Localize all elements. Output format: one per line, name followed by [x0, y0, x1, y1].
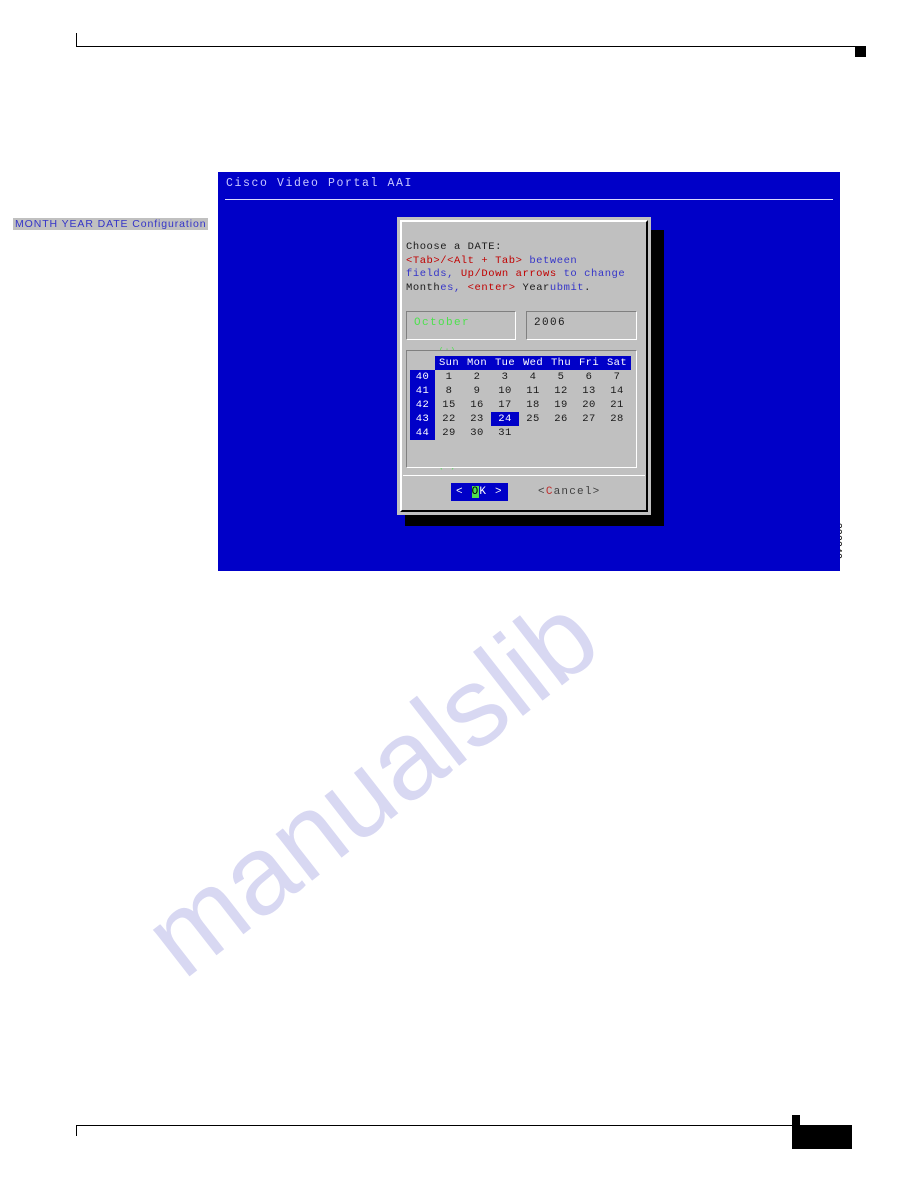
calendar-day[interactable]: 4 [519, 370, 547, 384]
calendar-day-empty [575, 426, 603, 440]
instruction-month: Month [406, 281, 441, 294]
calendar-day[interactable]: 19 [547, 398, 575, 412]
calendar-day[interactable]: 25 [519, 412, 547, 426]
calendar-table: Sun Mon Tue Wed Thu Fri Sat 40 1 2 3 4 5… [410, 356, 631, 440]
year-field[interactable]: 2006 [526, 311, 637, 340]
calendar-day-empty [603, 426, 631, 440]
instruction-period: . [584, 281, 592, 294]
calendar-day[interactable]: 2 [463, 370, 491, 384]
instruction-submit: ubmit [549, 281, 585, 294]
calendar-week-row: 43 22 23 24 25 26 27 28 [410, 412, 631, 426]
week-number-header [410, 356, 435, 370]
month-field[interactable]: October [406, 311, 516, 340]
calendar-day[interactable]: 11 [519, 384, 547, 398]
instruction-between: between [522, 254, 578, 267]
ok-button[interactable]: < OK > [451, 483, 508, 501]
instruction-es: es, [440, 281, 468, 294]
crop-mark-top-right [855, 46, 866, 57]
calendar-day[interactable]: 22 [435, 412, 463, 426]
calendar-day-empty [547, 426, 575, 440]
day-header-wed: Wed [519, 356, 547, 370]
instruction-line-3: fields, Up/Down arrows to change [406, 268, 644, 282]
week-number: 42 [410, 398, 435, 412]
calendar-day[interactable]: 16 [463, 398, 491, 412]
crop-mark-top-left [76, 33, 77, 47]
header-rule [76, 46, 861, 47]
calendar-day[interactable]: 10 [491, 384, 519, 398]
footer-tab-mark [792, 1115, 800, 1125]
instruction-line-1: Choose a DATE: [406, 241, 644, 255]
day-header-tue: Tue [491, 356, 519, 370]
week-number: 40 [410, 370, 435, 384]
day-header-sat: Sat [603, 356, 631, 370]
calendar-day[interactable]: 1 [435, 370, 463, 384]
cancel-button[interactable]: <Cancel> [534, 483, 604, 501]
calendar-day[interactable]: 28 [603, 412, 631, 426]
instruction-choose-date: Choose a DATE: [406, 241, 502, 253]
dialog-button-bar: < OK > <Cancel> [397, 483, 651, 505]
calendar-day[interactable]: 18 [519, 398, 547, 412]
calendar-day[interactable]: 21 [603, 398, 631, 412]
footer-rule [76, 1125, 792, 1126]
calendar-day[interactable]: 8 [435, 384, 463, 398]
watermark-text: manualslib [121, 571, 621, 1001]
calendar-day[interactable]: 26 [547, 412, 575, 426]
calendar-day[interactable]: 27 [575, 412, 603, 426]
calendar-week-row: 40 1 2 3 4 5 6 7 [410, 370, 631, 384]
document-page: manualslib 200040 Cisco Video Portal AAI… [0, 0, 918, 1188]
ok-suffix: > [495, 486, 503, 498]
instruction-line-4: Monthes, <enter> Yearubmit. [406, 282, 644, 296]
calendar-header-row: Sun Mon Tue Wed Thu Fri Sat [410, 356, 631, 370]
dialog-title: MONTH YEAR DATE Configuration [13, 218, 209, 230]
crop-mark-bottom-left [76, 1125, 77, 1136]
calendar-day[interactable]: 31 [491, 426, 519, 440]
calendar-day[interactable]: 6 [575, 370, 603, 384]
cancel-prefix: < [538, 486, 546, 498]
calendar-day[interactable]: 29 [435, 426, 463, 440]
instruction-tab-keys: <Tab>/<Alt + Tab> [406, 254, 523, 267]
date-configuration-dialog: Choose a DATE: <Tab>/<Alt + Tab> between… [397, 217, 651, 515]
instruction-year: Year [515, 281, 550, 294]
calendar-day[interactable]: 5 [547, 370, 575, 384]
ok-rest: K [479, 486, 496, 498]
calendar-day[interactable]: 7 [603, 370, 631, 384]
calendar-grid-container[interactable]: Sun Mon Tue Wed Thu Fri Sat 40 1 2 3 4 5… [406, 350, 637, 468]
cancel-rest: ancel> [553, 486, 601, 498]
calendar-day[interactable]: 15 [435, 398, 463, 412]
instruction-fields: fields, [406, 268, 461, 280]
terminal-title-divider [225, 199, 833, 200]
instruction-to-change: to change [556, 268, 626, 280]
calendar-day[interactable]: 17 [491, 398, 519, 412]
calendar-day[interactable]: 14 [603, 384, 631, 398]
calendar-day[interactable]: 12 [547, 384, 575, 398]
calendar-day-selected[interactable]: 24 [491, 412, 519, 426]
instruction-updown-arrows: Up/Down arrows [460, 268, 557, 280]
terminal-title: Cisco Video Portal AAI [226, 177, 414, 190]
instruction-enter-key: <enter> [467, 281, 516, 294]
day-header-sun: Sun [435, 356, 463, 370]
week-number: 41 [410, 384, 435, 398]
dialog-instructions: Choose a DATE: <Tab>/<Alt + Tab> between… [406, 241, 644, 295]
cancel-hotkey: C [545, 486, 554, 498]
day-header-mon: Mon [463, 356, 491, 370]
calendar-week-row: 42 15 16 17 18 19 20 21 [410, 398, 631, 412]
week-number: 43 [410, 412, 435, 426]
calendar-week-row: 44 29 30 31 [410, 426, 631, 440]
page-number-block [792, 1125, 852, 1149]
day-header-fri: Fri [575, 356, 603, 370]
calendar-week-row: 41 8 9 10 11 12 13 14 [410, 384, 631, 398]
day-header-thu: Thu [547, 356, 575, 370]
calendar-day-empty [519, 426, 547, 440]
calendar-day[interactable]: 9 [463, 384, 491, 398]
ok-prefix: < [456, 486, 472, 498]
calendar-day[interactable]: 20 [575, 398, 603, 412]
instruction-line-2: <Tab>/<Alt + Tab> between [406, 255, 644, 269]
week-number: 44 [410, 426, 435, 440]
calendar-day[interactable]: 30 [463, 426, 491, 440]
calendar-day[interactable]: 13 [575, 384, 603, 398]
calendar-day[interactable]: 3 [491, 370, 519, 384]
calendar-day[interactable]: 23 [463, 412, 491, 426]
button-separator [403, 475, 645, 476]
